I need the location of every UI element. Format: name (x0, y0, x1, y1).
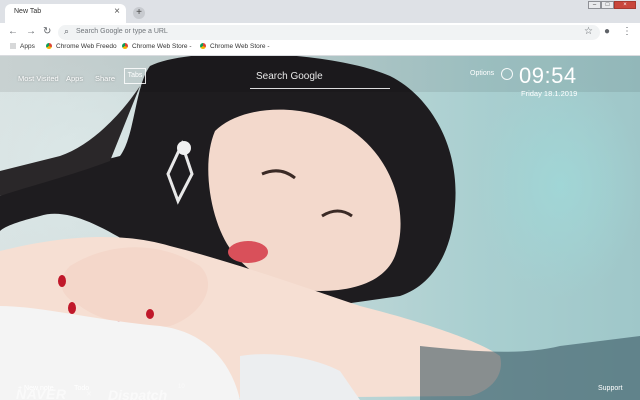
new-tab-button[interactable]: + (133, 7, 145, 19)
apps-grid-icon (10, 43, 16, 49)
chrome-store-icon (122, 43, 128, 49)
bookmarks-bar: Apps Chrome Web Freedo Chrome Web Store … (0, 41, 640, 56)
minimize-icon: – (592, 2, 597, 8)
forward-arrow-icon[interactable]: → (26, 26, 36, 38)
todo-link[interactable]: Todo (74, 385, 89, 392)
most-visited-link[interactable]: Most Visited (18, 74, 59, 83)
bookmark-item[interactable]: Chrome Web Store - (122, 43, 191, 50)
tab-title: New Tab (14, 8, 42, 15)
new-note-button[interactable]: + New note (18, 385, 54, 392)
bookmark-apps[interactable]: Apps (10, 43, 35, 50)
support-link[interactable]: Support (598, 385, 623, 392)
close-window-button[interactable]: × (614, 1, 636, 9)
bookmark-item[interactable]: Chrome Web Store - (200, 43, 269, 50)
chrome-store-icon (46, 43, 52, 49)
search-input[interactable]: Search Google (250, 68, 390, 89)
clock: 09:54 (519, 63, 577, 88)
close-icon: × (623, 2, 627, 8)
bookmark-label: Chrome Web Freedo (56, 43, 117, 50)
wallpaper-photo (0, 56, 640, 400)
bookmark-star-icon[interactable]: ☆ (584, 26, 593, 37)
settings-circle-icon[interactable] (501, 68, 513, 80)
menu-kebab-icon[interactable]: ⋮ (622, 26, 632, 37)
options-link[interactable]: Options (470, 70, 494, 77)
bookmark-item[interactable]: Chrome Web Freedo (46, 43, 117, 50)
share-link[interactable]: Share (95, 74, 115, 83)
reload-icon[interactable]: ↻ (43, 26, 51, 38)
browser-toolbar: ← → ↻ ⌕ Search Google or type a URL ☆ ● … (0, 23, 640, 41)
back-arrow-icon[interactable]: ← (8, 26, 18, 38)
tab-new-tab[interactable]: New Tab × (5, 4, 126, 23)
profile-icon[interactable]: ● (604, 26, 610, 37)
minimize-button[interactable]: – (588, 1, 601, 9)
omnibox[interactable]: ⌕ Search Google or type a URL ☆ (58, 25, 600, 40)
dispatch-watermark: Dispatch (108, 387, 168, 400)
chrome-store-icon (200, 43, 206, 49)
tab-strip: New Tab × + – □ × (0, 0, 640, 23)
new-tab-page: Most Visited Apps Share Tabs Search Goog… (0, 56, 640, 400)
date: Friday 18.1.2019 (521, 89, 578, 98)
bookmark-label: Chrome Web Store - (210, 43, 270, 50)
maximize-button[interactable]: □ (601, 1, 614, 9)
search-placeholder: Search Google (256, 71, 323, 82)
search-icon: ⌕ (64, 26, 70, 36)
tab-close-icon[interactable]: × (114, 6, 120, 18)
apps-link[interactable]: Apps (66, 74, 83, 83)
omnibox-placeholder: Search Google or type a URL (76, 28, 168, 35)
bookmark-label: Apps (20, 43, 35, 50)
bookmark-label: Chrome Web Store - (132, 43, 192, 50)
tabs-button[interactable]: Tabs (124, 68, 146, 84)
maximize-icon: □ (605, 2, 610, 8)
watermark-badge: 10 (178, 384, 185, 390)
